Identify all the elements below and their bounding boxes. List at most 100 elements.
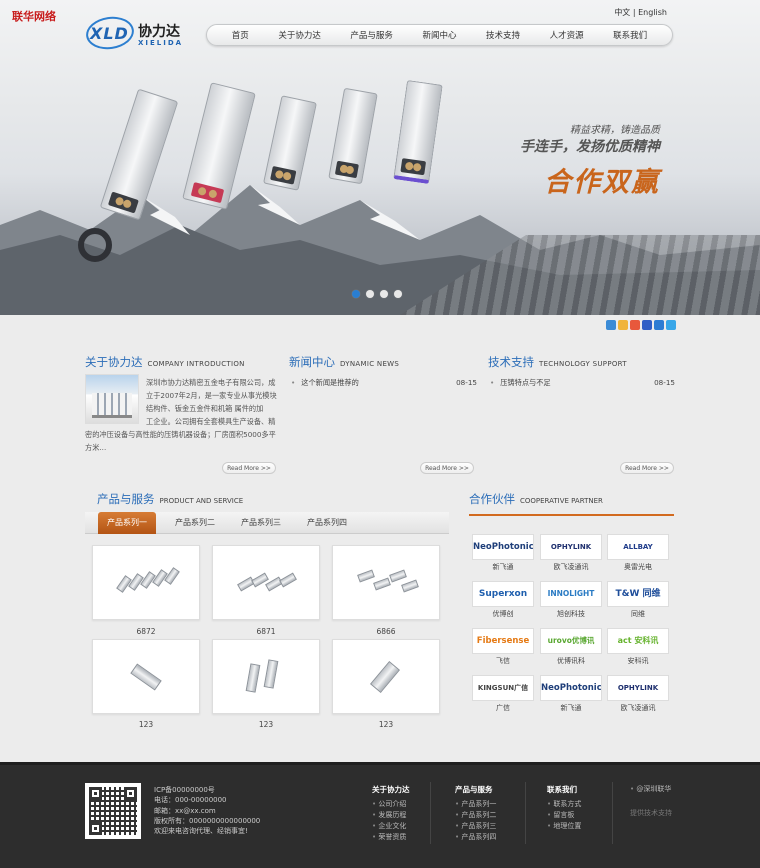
nav-news[interactable]: 新闻中心 bbox=[422, 29, 456, 41]
product-image bbox=[236, 568, 297, 598]
partner-logo-superxon[interactable]: Superxon bbox=[472, 581, 534, 607]
footer-link[interactable]: 产品系列四 bbox=[455, 832, 496, 842]
qq-icon[interactable] bbox=[666, 320, 676, 330]
tencent-icon[interactable] bbox=[630, 320, 640, 330]
footer-link[interactable]: 发展历程 bbox=[372, 810, 406, 820]
about-text-2: 立于2007年2月，是一家专业从事光模块 bbox=[146, 391, 277, 400]
product-image bbox=[356, 566, 419, 600]
product-image bbox=[116, 662, 176, 692]
partner-logo-fibersense[interactable]: Fibersense bbox=[472, 628, 534, 654]
baidu-icon[interactable] bbox=[642, 320, 652, 330]
tab-series-1[interactable]: 产品系列一 bbox=[98, 512, 156, 534]
partners-title-en: COOPERATIVE PARTNER bbox=[520, 497, 603, 505]
product-label[interactable]: 123 bbox=[212, 720, 320, 729]
partner-logo-urovo[interactable]: urovo优博讯 bbox=[540, 628, 602, 654]
support-title[interactable]: 技术支持 bbox=[488, 355, 534, 369]
slider-dot-3[interactable] bbox=[380, 290, 388, 298]
about-text-3: 结构件、钣金五金件和机箱 属件的加 bbox=[146, 404, 264, 413]
support-list-item[interactable]: 压铸特点与不足 08-15 bbox=[490, 378, 675, 388]
star-icon[interactable] bbox=[618, 320, 628, 330]
nav-home[interactable]: 首页 bbox=[232, 29, 249, 41]
footer-link[interactable]: 公司介绍 bbox=[372, 799, 406, 809]
partner-logo-act[interactable]: act 安科讯 bbox=[607, 628, 669, 654]
products-title[interactable]: 产品与服务 bbox=[97, 492, 155, 506]
slider-dot-4[interactable] bbox=[394, 290, 402, 298]
partner-logo-allbay[interactable]: ALLBAY bbox=[607, 534, 669, 560]
product-label[interactable]: 123 bbox=[332, 720, 440, 729]
footer-email: 邮箱：xx@xx.com bbox=[154, 806, 216, 815]
product-card[interactable] bbox=[332, 639, 440, 714]
tab-series-2[interactable]: 产品系列二 bbox=[175, 517, 215, 528]
footer-link[interactable]: 产品系列三 bbox=[455, 821, 496, 831]
about-text-5: 密的冲压设备与高性能的压铸机器设备；厂房面积5000多平 bbox=[85, 430, 276, 439]
product-label[interactable]: 6871 bbox=[212, 627, 320, 636]
product-image bbox=[116, 566, 180, 598]
about-title-en: COMPANY INTRODUCTION bbox=[147, 360, 245, 368]
slider-dot-1[interactable] bbox=[352, 290, 360, 298]
news-title[interactable]: 新闻中心 bbox=[289, 355, 335, 369]
logo-abbr: XLD bbox=[90, 24, 129, 43]
product-card[interactable] bbox=[92, 639, 200, 714]
renren-icon[interactable] bbox=[654, 320, 664, 330]
tab-series-4[interactable]: 产品系列四 bbox=[307, 517, 347, 528]
footer-link[interactable]: 企业文化 bbox=[372, 821, 406, 831]
product-label[interactable]: 123 bbox=[92, 720, 200, 729]
footer-col-contact-title[interactable]: 联系我们 bbox=[547, 784, 577, 795]
footer-brand-link[interactable]: @深圳联华 bbox=[630, 784, 671, 794]
product-image bbox=[236, 658, 296, 694]
nav-products[interactable]: 产品与服务 bbox=[350, 29, 393, 41]
support-item-title[interactable]: 压铸特点与不足 bbox=[490, 378, 550, 388]
partner-logo-neophotonics-2[interactable]: NeoPhotonics bbox=[540, 675, 602, 701]
footer-col-products-title[interactable]: 产品与服务 bbox=[455, 784, 493, 795]
support-read-more-button[interactable]: Read More >> bbox=[620, 462, 674, 474]
qr-code bbox=[85, 783, 141, 839]
product-card[interactable] bbox=[212, 545, 320, 620]
footer-link[interactable]: 联系方式 bbox=[547, 799, 581, 809]
lang-english-link[interactable]: English bbox=[638, 8, 667, 17]
slider-dot-2[interactable] bbox=[366, 290, 374, 298]
about-heading: 关于协力达 COMPANY INTRODUCTION bbox=[85, 354, 245, 370]
news-read-more-button[interactable]: Read More >> bbox=[420, 462, 474, 474]
footer-icp: ICP备00000000号 bbox=[154, 786, 215, 794]
product-label[interactable]: 6872 bbox=[92, 627, 200, 636]
partner-logo-tw[interactable]: T&W 同维 bbox=[607, 581, 669, 607]
corner-brand-text: 联华网络 bbox=[12, 10, 56, 23]
partner-name: 奥雷光电 bbox=[624, 563, 652, 571]
site-logo[interactable]: XLD 协力达 XIELIDA bbox=[84, 13, 196, 53]
footer-link[interactable]: 留言板 bbox=[547, 810, 574, 820]
partner-name: 旭创科技 bbox=[557, 610, 585, 618]
tab-series-3[interactable]: 产品系列三 bbox=[241, 517, 281, 528]
lang-chinese-link[interactable]: 中文 bbox=[614, 8, 630, 17]
product-label[interactable]: 6866 bbox=[332, 627, 440, 636]
footer-link[interactable]: 产品系列二 bbox=[455, 810, 496, 820]
product-card[interactable] bbox=[332, 545, 440, 620]
company-building-photo[interactable] bbox=[85, 374, 139, 424]
support-item-date: 08-15 bbox=[654, 378, 675, 387]
product-card[interactable] bbox=[212, 639, 320, 714]
partner-logo-kingsun[interactable]: KINGSUN广信 bbox=[472, 675, 534, 701]
news-item-title[interactable]: 这个新闻是推荐的 bbox=[291, 378, 359, 388]
partner-logo-neophotonics[interactable]: NeoPhotonics bbox=[472, 534, 534, 560]
support-title-en: TECHNOLOGY SUPPORT bbox=[539, 360, 627, 368]
footer-link[interactable]: 荣誉资质 bbox=[372, 832, 406, 842]
product-card[interactable] bbox=[92, 545, 200, 620]
about-title[interactable]: 关于协力达 bbox=[85, 355, 143, 369]
partner-name: 广信 bbox=[496, 704, 510, 712]
lang-separator: | bbox=[632, 8, 636, 17]
product-image bbox=[356, 660, 416, 694]
partner-logo-ophylink[interactable]: OPHYLINK bbox=[540, 534, 602, 560]
footer-link[interactable]: 产品系列一 bbox=[455, 799, 496, 809]
nav-contact[interactable]: 联系我们 bbox=[613, 29, 647, 41]
footer-link[interactable]: 地理位置 bbox=[547, 821, 581, 831]
nav-about[interactable]: 关于协力达 bbox=[278, 29, 321, 41]
nav-careers[interactable]: 人才资源 bbox=[550, 29, 584, 41]
footer-col-about-title[interactable]: 关于协力达 bbox=[372, 784, 410, 795]
news-list-item[interactable]: 这个新闻是推荐的 08-15 bbox=[291, 378, 477, 388]
nav-support[interactable]: 技术支持 bbox=[486, 29, 520, 41]
partner-logo-innolight[interactable]: INNOLIGHT bbox=[540, 581, 602, 607]
qzone-icon[interactable] bbox=[606, 320, 616, 330]
products-title-en: PRODUCT AND SERVICE bbox=[159, 497, 244, 505]
partners-title[interactable]: 合作伙伴 bbox=[469, 492, 515, 506]
about-read-more-button[interactable]: Read More >> bbox=[222, 462, 276, 474]
partner-logo-ophylink-2[interactable]: OPHYLINK bbox=[607, 675, 669, 701]
